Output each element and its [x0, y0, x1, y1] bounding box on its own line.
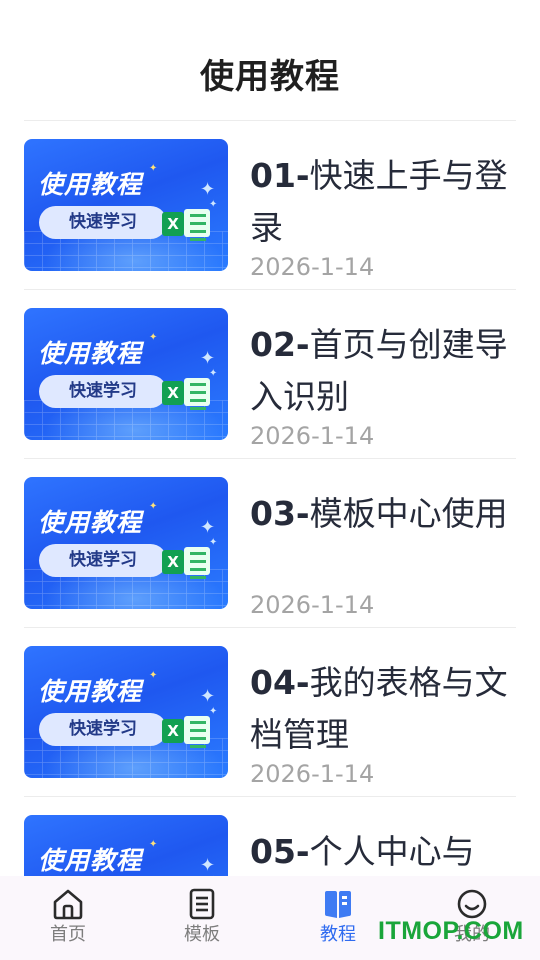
tutorial-title: 03-模板中心使用 [250, 494, 508, 533]
sparkle-icon: ✦ [200, 855, 216, 876]
thumbnail-title: 使用教程 [38, 339, 143, 368]
tutorial-thumbnail: 使用教程 ✦ ✦ ✦ 快速学习 X [24, 815, 228, 876]
tutorial-item[interactable]: 使用教程 ✦ ✦ ✦ 快速学习 X 01-快速上手与登录 2026-1-14 [24, 122, 516, 290]
sparkle-icon: ✦ [200, 686, 216, 707]
sparkle-icon: ✦ [200, 348, 216, 369]
tab-label: 模板 [184, 924, 220, 945]
tutorial-title: 05-个人中心与 [250, 832, 475, 871]
thumbnail-title: 使用教程 [38, 846, 143, 875]
sparkle-icon: ✦ [200, 179, 216, 200]
tutorial-date: 2026-1-14 [250, 760, 375, 788]
tutorial-item[interactable]: 使用教程 ✦ ✦ ✦ 快速学习 X 05-个人中心与 [24, 798, 516, 876]
tutorial-date: 2026-1-14 [250, 591, 375, 619]
tutorial-title: 04-我的表格与文档管理 [250, 663, 508, 754]
thumbnail-tag: 快速学习 [39, 713, 167, 746]
spreadsheet-icon [184, 547, 210, 579]
sparkle-icon: ✦ [149, 670, 158, 681]
sparkle-icon: ✦ [209, 199, 218, 210]
tutorial-title: 02-首页与创建导入识别 [250, 325, 508, 416]
tab-tutorials[interactable]: 教程 [298, 888, 378, 952]
tutorial-thumbnail: 使用教程 ✦ ✦ ✦ 快速学习 X [24, 477, 228, 609]
thumbnail-title: 使用教程 [38, 508, 143, 537]
thumbnail-tag: 快速学习 [39, 375, 167, 408]
tab-label: 教程 [320, 924, 356, 945]
tutorial-list[interactable]: 使用教程 ✦ ✦ ✦ 快速学习 X 01-快速上手与登录 2026-1-14 使… [0, 122, 540, 876]
item-divider [24, 458, 516, 459]
smile-icon [457, 889, 487, 919]
tab-templates[interactable]: 模板 [162, 888, 242, 952]
sparkle-icon: ✦ [209, 706, 218, 717]
sparkle-icon: ✦ [209, 368, 218, 379]
excel-icon: X [162, 719, 184, 743]
sparkle-icon: ✦ [149, 501, 158, 512]
sparkle-icon: ✦ [200, 517, 216, 538]
tutorial-date: 2026-1-14 [250, 253, 375, 281]
thumbnail-tag: 快速学习 [39, 206, 167, 239]
tab-home[interactable]: 首页 [28, 888, 108, 952]
thumbnail-title: 使用教程 [38, 170, 143, 199]
tutorial-title: 01-快速上手与登录 [250, 156, 508, 247]
tutorial-item[interactable]: 使用教程 ✦ ✦ ✦ 快速学习 X 04-我的表格与文档管理 2026-1-14 [24, 629, 516, 797]
book-icon [325, 891, 351, 918]
spreadsheet-icon [184, 209, 210, 241]
excel-icon: X [162, 381, 184, 405]
sparkle-icon: ✦ [209, 537, 218, 548]
tab-label: 首页 [50, 924, 86, 945]
tutorial-thumbnail: 使用教程 ✦ ✦ ✦ 快速学习 X [24, 308, 228, 440]
excel-icon: X [162, 550, 184, 574]
item-divider [24, 796, 516, 797]
sparkle-icon: ✦ [149, 839, 158, 850]
watermark: ITMOP.COM [378, 917, 524, 945]
template-icon [189, 888, 215, 920]
spreadsheet-icon [184, 716, 210, 748]
item-divider [24, 289, 516, 290]
tutorial-date: 2026-1-14 [250, 422, 375, 450]
tutorial-thumbnail: 使用教程 ✦ ✦ ✦ 快速学习 X [24, 646, 228, 778]
home-icon [53, 889, 83, 920]
item-divider [24, 627, 516, 628]
thumbnail-tag: 快速学习 [39, 544, 167, 577]
spreadsheet-icon [184, 378, 210, 410]
sparkle-icon: ✦ [149, 163, 158, 174]
tutorial-item[interactable]: 使用教程 ✦ ✦ ✦ 快速学习 X 03-模板中心使用 2026-1-14 [24, 460, 516, 628]
tutorial-item[interactable]: 使用教程 ✦ ✦ ✦ 快速学习 X 02-首页与创建导入识别 2026-1-14 [24, 291, 516, 459]
page-title: 使用教程 [200, 57, 340, 97]
tutorial-thumbnail: 使用教程 ✦ ✦ ✦ 快速学习 X [24, 139, 228, 271]
sparkle-icon: ✦ [149, 332, 158, 343]
title-divider [24, 120, 516, 121]
excel-icon: X [162, 212, 184, 236]
thumbnail-title: 使用教程 [38, 677, 143, 706]
